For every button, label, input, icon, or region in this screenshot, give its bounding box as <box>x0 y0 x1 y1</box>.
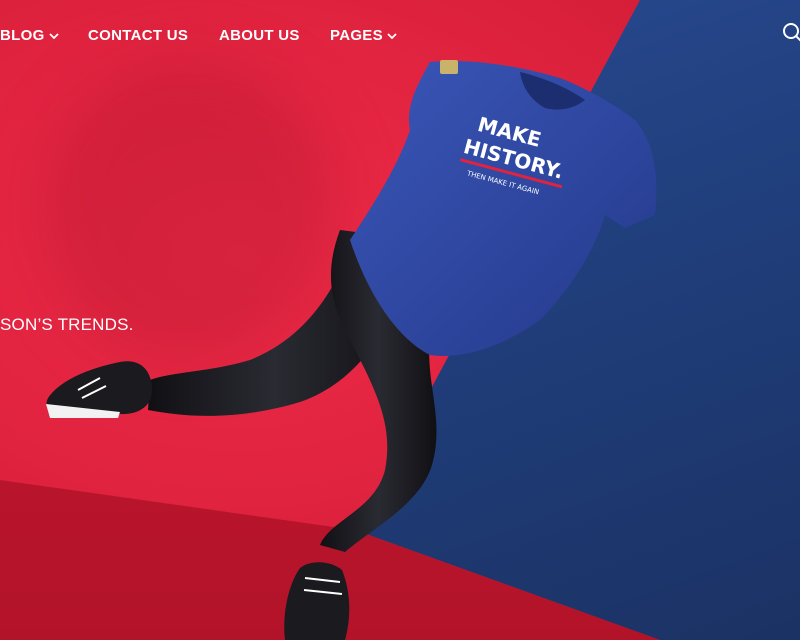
top-nav: BLOG CONTACT US ABOUT US PAGES <box>0 0 800 72</box>
sneaker-front <box>284 562 350 640</box>
tshirt <box>350 60 657 356</box>
nav-item-label: PAGES <box>330 27 383 44</box>
nav-item-about-us[interactable]: ABOUT US <box>219 27 300 44</box>
nav-item-contact-us[interactable]: CONTACT US <box>88 27 188 44</box>
nav-item-label: ABOUT US <box>219 27 300 44</box>
nav-item-label: BLOG <box>0 27 45 44</box>
hero-tagline: SON’S TRENDS. <box>0 315 134 334</box>
nav-item-pages[interactable]: PAGES <box>330 27 397 44</box>
chevron-down-icon <box>387 32 397 39</box>
search-icon[interactable] <box>782 22 800 42</box>
nav-item-label: CONTACT US <box>88 27 189 44</box>
chevron-down-icon <box>48 32 59 39</box>
hero-banner: MAKE HISTORY. THEN MAKE IT AGAIN BLOG CO… <box>0 0 800 640</box>
nav-item-blog[interactable]: BLOG <box>0 27 59 44</box>
